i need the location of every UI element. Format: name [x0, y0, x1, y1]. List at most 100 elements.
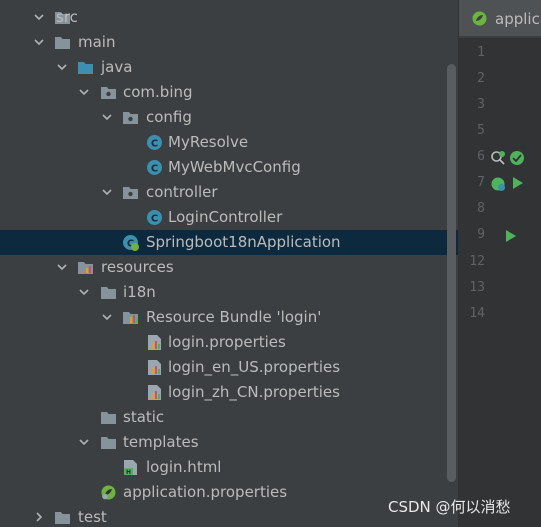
- tree-node-login-properties[interactable]: login.properties: [0, 330, 458, 355]
- tree-node-label: login_en_US.properties: [168, 358, 341, 376]
- line-number: 1: [477, 45, 485, 60]
- class-icon: C: [146, 159, 163, 176]
- tree-node-label: application.properties: [123, 483, 288, 501]
- scrollbar-thumb[interactable]: [447, 64, 456, 482]
- line-number: 7: [477, 175, 485, 190]
- editor-panel: applica 1 2 3 5 6 7 8 9 12 13 14: [459, 0, 541, 527]
- editor-tab-label: applica: [495, 10, 541, 28]
- line-number: 8: [477, 201, 485, 216]
- tree-node-label: src: [56, 8, 78, 26]
- chevron-right-icon[interactable]: [33, 505, 45, 527]
- svg-text:C: C: [151, 164, 158, 175]
- editor-tab-application[interactable]: applica: [459, 0, 541, 36]
- chevron-down-icon[interactable]: [101, 180, 113, 205]
- resources-folder-icon: [77, 259, 94, 276]
- chevron-down-icon[interactable]: [56, 55, 68, 80]
- chevron-down-icon[interactable]: [33, 30, 45, 55]
- tree-node-com-bing[interactable]: com.bing: [0, 80, 458, 105]
- html-file-icon: H: [122, 459, 139, 476]
- tree-node-resource-bundle[interactable]: Resource Bundle 'login': [0, 305, 458, 330]
- watermark: CSDN @何以消愁: [388, 498, 511, 516]
- svg-text:C: C: [151, 139, 158, 150]
- tree-node-login-en-us-properties[interactable]: login_en_US.properties: [0, 355, 458, 380]
- package-icon: [122, 109, 139, 126]
- tree-node-templates[interactable]: templates: [0, 430, 458, 455]
- chevron-down-icon[interactable]: [78, 80, 90, 105]
- tree-node-myresolve[interactable]: C MyResolve: [0, 130, 458, 155]
- spring-properties-icon: [471, 10, 488, 31]
- tree-node-controller[interactable]: controller: [0, 180, 458, 205]
- class-icon: C: [146, 134, 163, 151]
- line-number: 6: [477, 149, 485, 164]
- spring-bean-icon[interactable]: [509, 150, 525, 166]
- tree-node-label: config: [146, 108, 192, 126]
- tree-node-label: static: [123, 408, 165, 426]
- svg-text:C: C: [151, 214, 158, 225]
- spring-properties-icon: [100, 484, 117, 501]
- chevron-down-icon[interactable]: [78, 430, 90, 455]
- svg-text:H: H: [126, 469, 131, 476]
- tree-node-label: MyWebMvcConfig: [168, 158, 301, 176]
- tree-node-label: login_zh_CN.properties: [168, 383, 340, 401]
- package-icon: [122, 184, 139, 201]
- chevron-down-icon[interactable]: [56, 255, 68, 280]
- folder-icon: [54, 34, 71, 51]
- tree-node-label: Springboot18nApplication: [146, 233, 341, 251]
- chevron-down-icon[interactable]: [33, 5, 45, 30]
- tree-node-label: login.properties: [168, 333, 286, 351]
- folder-icon: [100, 284, 117, 301]
- tree-node-config[interactable]: config: [0, 105, 458, 130]
- spring-boot-class-icon: C: [122, 234, 139, 251]
- tree-node-java[interactable]: java: [0, 55, 458, 80]
- run-icon[interactable]: [512, 176, 528, 192]
- spring-boot-icon[interactable]: [490, 176, 506, 192]
- tree-node-resources[interactable]: resources: [0, 255, 458, 280]
- tree-node-static[interactable]: static: [0, 405, 458, 430]
- tree-node-label: i18n: [123, 283, 156, 301]
- tree-node-label: Resource Bundle 'login': [146, 308, 322, 326]
- tree-node-main[interactable]: main: [0, 30, 458, 55]
- tree-node-springboot-application[interactable]: C Springboot18nApplication: [0, 230, 458, 255]
- properties-file-icon: [146, 334, 163, 351]
- tree-node-label: templates: [123, 433, 199, 451]
- editor-gutter: 1 2 3 5 6 7 8 9 12 13 14: [459, 39, 541, 527]
- chevron-down-icon[interactable]: [101, 305, 113, 330]
- tree-node-label: LoginController: [168, 208, 283, 226]
- chevron-down-icon[interactable]: [101, 105, 113, 130]
- tree-node-label: controller: [146, 183, 218, 201]
- tree-node-label: java: [101, 58, 133, 76]
- line-number: 12: [469, 254, 485, 269]
- project-tree: src main java com.bing config C MyResolv…: [0, 0, 458, 527]
- run-icon[interactable]: [505, 229, 521, 245]
- chevron-down-icon[interactable]: [78, 280, 90, 305]
- tree-node-src[interactable]: src: [0, 5, 458, 30]
- line-number: 13: [469, 280, 485, 295]
- editor-tab-bar: applica: [459, 0, 541, 39]
- class-icon: C: [146, 209, 163, 226]
- package-icon: [100, 84, 117, 101]
- folder-icon: [100, 409, 117, 426]
- line-number: 9: [477, 227, 485, 242]
- tree-node-label: main: [78, 33, 116, 51]
- line-number: 2: [477, 71, 485, 86]
- tree-node-mywebmvcconfig[interactable]: C MyWebMvcConfig: [0, 155, 458, 180]
- line-number: 5: [477, 123, 485, 138]
- tree-node-label: MyResolve: [168, 133, 249, 151]
- properties-file-icon: [146, 384, 163, 401]
- tree-node-i18n[interactable]: i18n: [0, 280, 458, 305]
- folder-icon: [54, 509, 71, 526]
- tree-node-label: resources: [101, 258, 174, 276]
- tree-node-label: test: [78, 508, 107, 526]
- folder-icon: [100, 434, 117, 451]
- source-folder-icon: [77, 59, 94, 76]
- properties-file-icon: [146, 359, 163, 376]
- tree-node-label: login.html: [146, 458, 222, 476]
- tree-node-login-zh-cn-properties[interactable]: login_zh_CN.properties: [0, 380, 458, 405]
- tree-node-logincontroller[interactable]: C LoginController: [0, 205, 458, 230]
- tree-node-login-html[interactable]: H login.html: [0, 455, 458, 480]
- tree-node-label: com.bing: [123, 83, 193, 101]
- resource-bundle-icon: [122, 309, 139, 326]
- line-number: 3: [477, 97, 485, 112]
- find-usages-icon[interactable]: [490, 150, 506, 166]
- line-number: 14: [469, 306, 485, 321]
